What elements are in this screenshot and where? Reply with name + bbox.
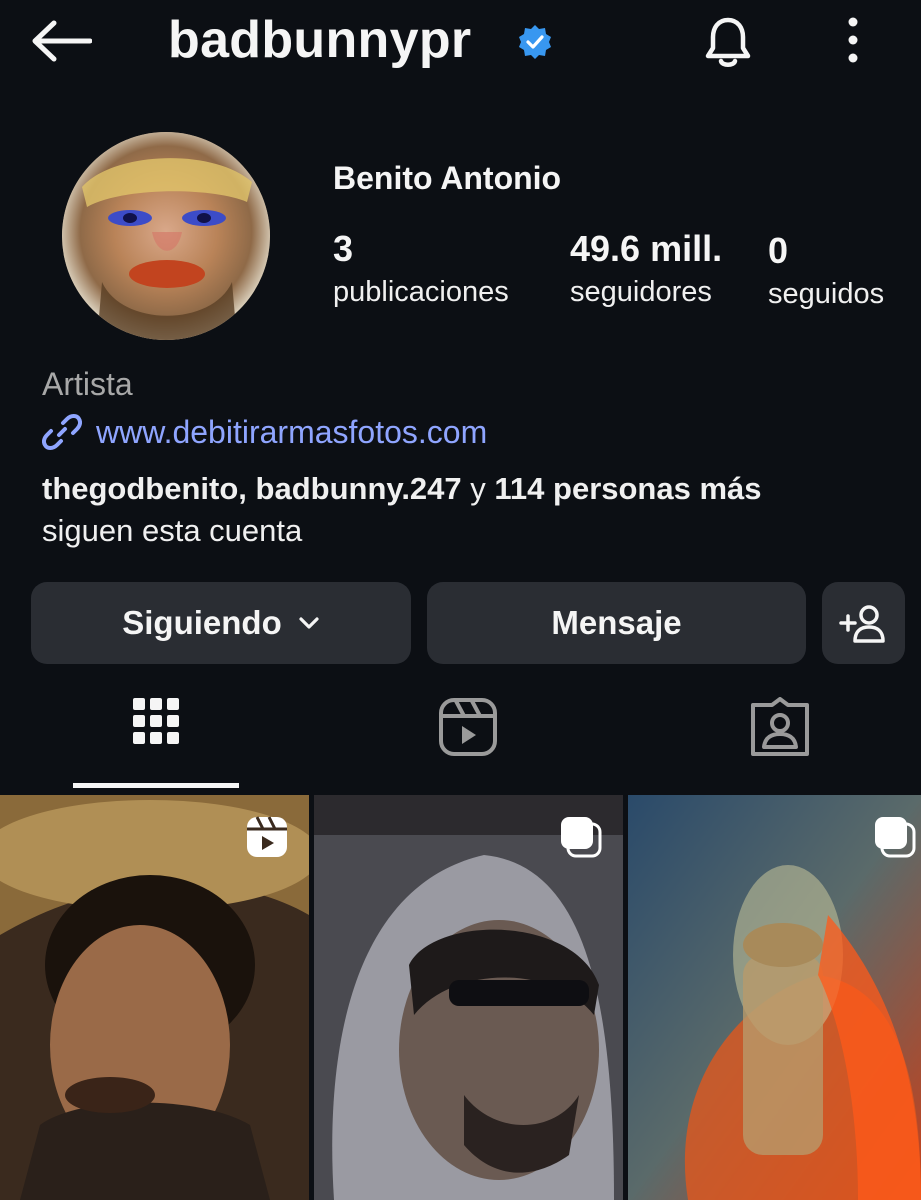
profile-full-name: Benito Antonio <box>333 160 562 196</box>
post-thumbnail[interactable] <box>628 795 921 1200</box>
post-thumbnail[interactable] <box>314 795 623 1200</box>
followed-by-suffix: siguen esta cuenta <box>42 513 303 548</box>
followed-by-names: thegodbenito, badbunny.247 <box>42 471 462 506</box>
link-icon <box>42 414 82 450</box>
profile-link[interactable]: www.debitirarmasfotos.com <box>42 412 487 452</box>
tab-posts-grid[interactable] <box>126 695 186 760</box>
stat-following[interactable]: 0 seguidos <box>768 230 884 311</box>
following-label: seguidos <box>768 278 885 310</box>
profile-avatar[interactable] <box>62 132 270 340</box>
stat-followers[interactable]: 49.6 mill. seguidores <box>570 228 722 309</box>
arrow-left-icon <box>32 20 93 62</box>
profile-category: Artista <box>42 366 133 402</box>
carousel-badge-icon <box>561 817 602 858</box>
followers-count: 49.6 mill. <box>570 228 723 269</box>
following-button[interactable]: Siguiendo <box>31 582 411 664</box>
chevron-down-icon <box>299 617 319 629</box>
reel-badge-icon <box>247 816 287 857</box>
profile-link-text: www.debitirarmasfotos.com <box>96 413 488 450</box>
stat-posts[interactable]: 3 publicaciones <box>333 228 509 309</box>
tab-tagged[interactable] <box>750 697 810 762</box>
tagged-icon <box>751 697 809 756</box>
profile-username: badbunnypr <box>168 11 472 69</box>
followed-by-others: 114 personas más <box>494 471 762 506</box>
more-options-button[interactable] <box>838 16 868 64</box>
followed-by-text[interactable]: thegodbenito, badbunny.247 y 114 persona… <box>42 468 902 552</box>
posts-count: 3 <box>333 228 354 269</box>
message-button[interactable]: Mensaje <box>427 582 806 664</box>
posts-label: publicaciones <box>333 276 509 308</box>
more-vertical-icon <box>848 17 858 63</box>
carousel-badge-icon <box>875 817 916 858</box>
followers-label: seguidores <box>570 276 712 308</box>
message-button-label: Mensaje <box>551 604 682 641</box>
active-tab-indicator <box>73 783 239 788</box>
post-thumbnail[interactable] <box>0 795 309 1200</box>
bell-icon <box>705 17 751 67</box>
add-person-icon <box>838 605 885 643</box>
following-count: 0 <box>768 230 789 271</box>
tab-reels[interactable] <box>438 697 498 762</box>
suggest-people-button[interactable] <box>822 582 905 664</box>
back-button[interactable] <box>30 20 93 62</box>
verified-badge-icon <box>517 24 553 60</box>
notifications-button[interactable] <box>700 14 756 70</box>
following-button-label: Siguiendo <box>122 604 282 641</box>
reels-icon <box>439 698 497 756</box>
followed-by-connector: y <box>461 471 495 506</box>
grid-icon <box>133 698 179 744</box>
